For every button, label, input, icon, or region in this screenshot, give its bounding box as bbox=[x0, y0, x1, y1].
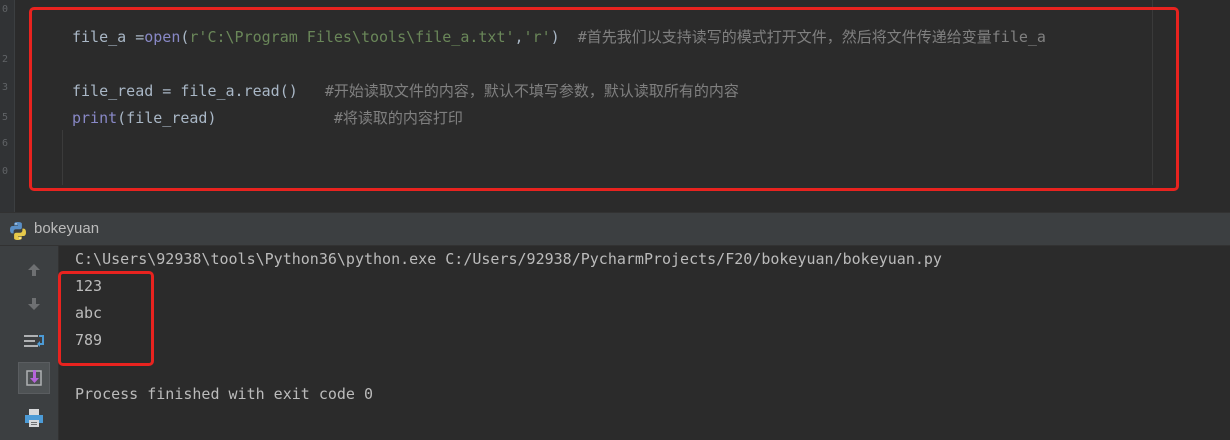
arrow-down-icon[interactable] bbox=[18, 288, 50, 320]
gutter-line-number: 2 bbox=[2, 54, 9, 65]
run-panel-header: bokeyuan bbox=[0, 212, 1230, 246]
code-highlight-box bbox=[29, 7, 1179, 191]
output-highlight-box bbox=[58, 271, 154, 366]
scroll-to-end-icon[interactable] bbox=[18, 362, 50, 394]
gutter-line-number: 0 bbox=[2, 4, 9, 15]
print-icon[interactable] bbox=[18, 402, 50, 434]
gutter-line-number: 5 bbox=[2, 112, 9, 123]
editor-gutter: 0 2 3 5 6 0 bbox=[0, 0, 15, 212]
run-toolbar bbox=[0, 246, 59, 440]
python-icon bbox=[8, 221, 28, 241]
gutter-line-number: 3 bbox=[2, 82, 9, 93]
soft-wrap-icon[interactable] bbox=[18, 326, 50, 358]
console-command-line: C:\Users\92938\tools\Python36\python.exe… bbox=[75, 250, 942, 268]
gutter-line-number: 6 bbox=[2, 138, 9, 149]
console-exit-status: Process finished with exit code 0 bbox=[75, 385, 374, 403]
gutter-line-number: 0 bbox=[2, 166, 9, 177]
run-console[interactable]: C:\Users\92938\tools\Python36\python.exe… bbox=[59, 246, 1230, 440]
arrow-up-icon[interactable] bbox=[18, 254, 50, 286]
run-config-title[interactable]: bokeyuan bbox=[34, 220, 99, 237]
